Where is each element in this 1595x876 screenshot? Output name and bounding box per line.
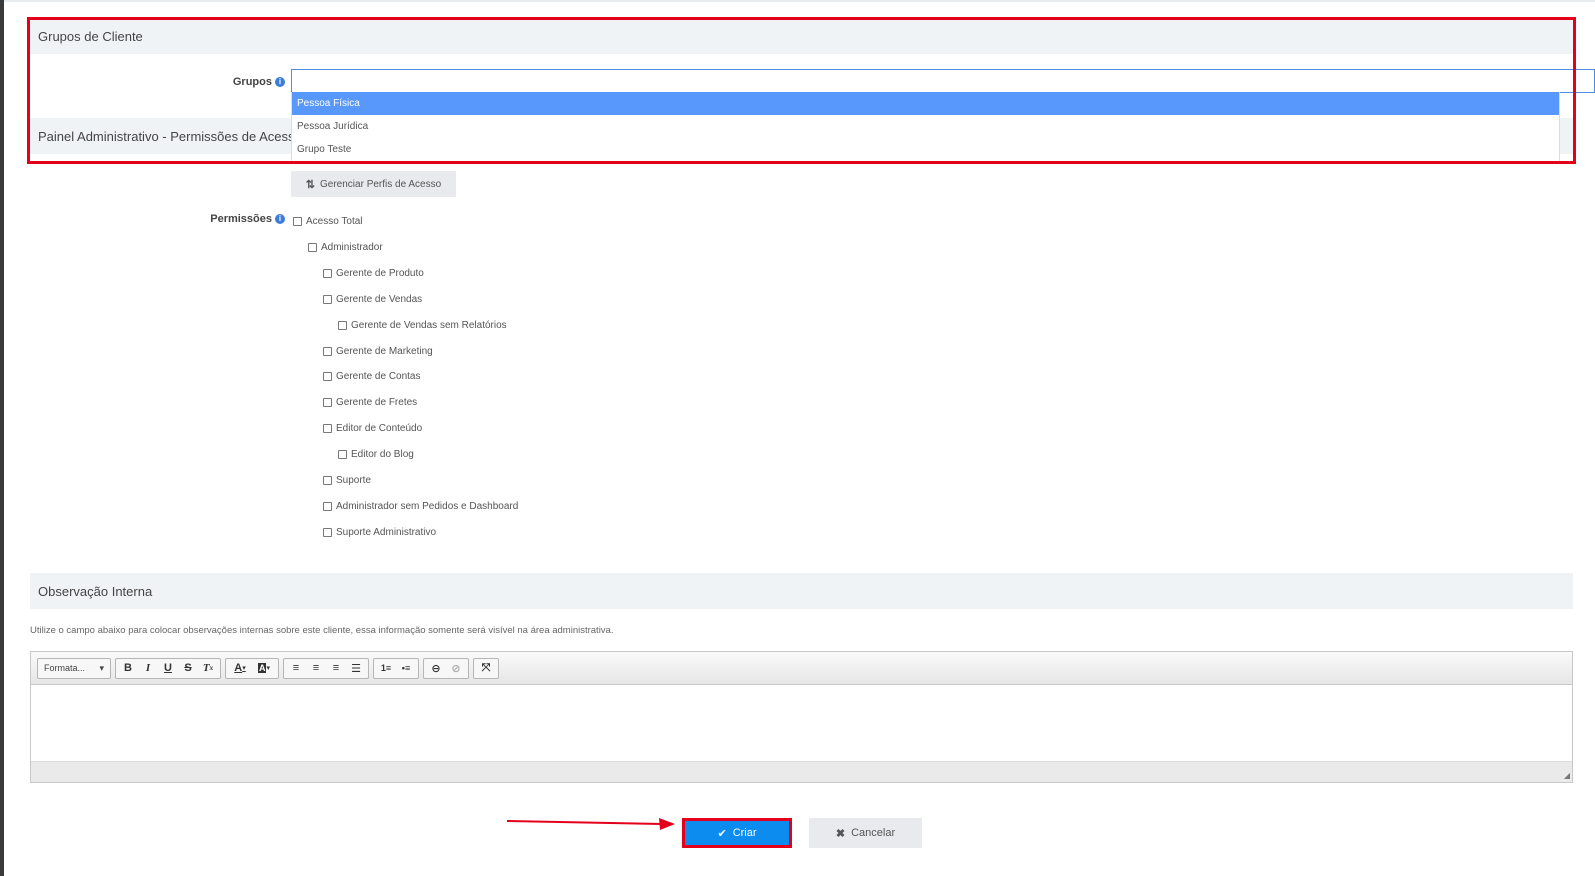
permission-label: Gerente de Vendas (336, 293, 423, 305)
underline-icon[interactable]: U (158, 659, 178, 678)
manage-profiles-label: Gerenciar Perfis de Acesso (320, 178, 442, 190)
window-border (0, 0, 4, 876)
text-style-group: B I U S Tx (115, 657, 221, 679)
rich-text-editor: Formata... ▾ B I U S Tx A▾ A▾ ≡ ≡ ≡ ☰ (30, 651, 1573, 783)
dropdown-option-grupo-teste[interactable]: Grupo Teste (292, 138, 1559, 161)
page: Grupos de Cliente Grupos i Painel Adminis… (0, 0, 1595, 876)
remove-format-icon[interactable]: Tx (198, 659, 218, 678)
background-color-icon[interactable]: A ▾ (252, 659, 276, 678)
permission-checkbox-item[interactable]: Acesso Total (293, 216, 363, 227)
checkbox[interactable] (323, 294, 332, 304)
top-divider (4, 0, 1595, 2)
manage-profiles-button[interactable]: ⇅ Gerenciar Perfis de Acesso (291, 171, 456, 197)
fullscreen-group: ⤧ (473, 657, 499, 679)
align-group: ≡ ≡ ≡ ☰ (283, 657, 369, 679)
check-icon: ✔ (717, 827, 727, 840)
permission-checkbox-item[interactable]: Editor do Blog (338, 449, 414, 460)
permissions-label-text: Permissões (210, 213, 272, 225)
annotation-arrow-icon (507, 818, 675, 830)
checkbox[interactable] (323, 398, 332, 408)
strikethrough-icon[interactable]: S (178, 659, 198, 678)
permission-checkbox-item[interactable]: Administrador sem Pedidos e Dashboard (323, 501, 518, 512)
section-client-groups: Grupos de Cliente (30, 18, 1573, 54)
maximize-icon[interactable]: ⤧ (476, 659, 496, 678)
link-icon[interactable]: ⊖ (426, 659, 446, 678)
permission-checkbox-item[interactable]: Gerente de Marketing (323, 346, 433, 357)
checkbox[interactable] (308, 242, 317, 252)
permission-checkbox-item[interactable]: Gerente de Fretes (323, 397, 417, 408)
permission-label: Gerente de Vendas sem Relatórios (351, 319, 507, 331)
italic-icon[interactable]: I (138, 659, 158, 678)
permission-label: Suporte (336, 475, 372, 486)
unordered-list-icon[interactable]: •≡ (396, 659, 416, 678)
color-group: A ▾ A ▾ (225, 657, 279, 679)
checkbox[interactable] (323, 372, 332, 382)
permission-label: Suporte Administrativo (336, 526, 437, 538)
permission-label: Gerente de Contas (336, 371, 421, 383)
list-group: 1≡ •≡ (373, 657, 419, 679)
checkbox[interactable] (293, 217, 302, 226)
align-center-icon[interactable]: ≡ (306, 659, 326, 678)
close-icon: ✖ (835, 827, 846, 840)
align-justify-icon[interactable]: ☰ (346, 659, 366, 678)
permission-label: Editor de Conteúdo (336, 423, 423, 435)
permission-checkbox-item[interactable]: Suporte Administrativo (323, 527, 436, 538)
resize-grip-icon[interactable]: ◢ (1564, 771, 1570, 780)
groups-dropdown: Pessoa Física Pessoa Jurídica Grupo Test… (291, 92, 1560, 162)
info-icon[interactable]: i (275, 214, 285, 224)
permission-checkbox-item[interactable]: Gerente de Contas (323, 371, 421, 382)
checkbox[interactable] (323, 501, 332, 511)
link-group: ⊖ ⊘ (423, 657, 469, 679)
section-internal-note: Observação Interna (30, 573, 1573, 609)
text-color-icon[interactable]: A ▾ (228, 659, 252, 678)
editor-content-area[interactable] (31, 685, 1572, 762)
format-dropdown[interactable]: Formata... ▾ (40, 659, 108, 678)
permission-label: Gerente de Marketing (336, 345, 433, 357)
ordered-list-icon[interactable]: 1≡ (376, 659, 396, 678)
permission-checkbox-item[interactable]: Administrador (308, 242, 383, 253)
permission-checkbox-item[interactable]: Suporte (323, 475, 371, 486)
groups-label: Grupos i (180, 76, 285, 88)
checkbox[interactable] (323, 476, 332, 485)
permissions-label: Permissões i (150, 213, 285, 225)
checkbox[interactable] (338, 450, 347, 460)
checkbox[interactable] (338, 320, 347, 330)
sort-icon: ⇅ (305, 178, 316, 191)
permission-label: Acesso Total (306, 216, 363, 227)
checkbox[interactable] (323, 527, 332, 537)
groups-label-text: Grupos (232, 76, 272, 88)
info-icon[interactable]: i (275, 77, 285, 87)
permission-checkbox-item[interactable]: Gerente de Produto (323, 268, 424, 279)
checkbox[interactable] (323, 346, 332, 356)
permission-label: Editor do Blog (351, 449, 414, 461)
format-dropdown-label: Formata... (44, 663, 86, 673)
create-button-label: Criar (732, 827, 757, 839)
dropdown-option-pessoa-fisica[interactable]: Pessoa Física (292, 92, 1559, 115)
permission-label: Administrador (321, 241, 383, 253)
align-left-icon[interactable]: ≡ (286, 659, 306, 678)
permission-checkbox-item[interactable]: Gerente de Vendas sem Relatórios (338, 320, 507, 331)
permission-label: Gerente de Produto (336, 267, 424, 279)
groups-select-input[interactable] (291, 69, 1595, 93)
create-button[interactable]: ✔ Criar (682, 818, 792, 848)
permission-label: Administrador sem Pedidos e Dashboard (336, 500, 519, 512)
caret-down-icon: ▾ (99, 662, 104, 673)
align-right-icon[interactable]: ≡ (326, 659, 346, 678)
permission-checkbox-item[interactable]: Editor de Conteúdo (323, 423, 422, 434)
checkbox[interactable] (323, 268, 332, 278)
cancel-button-label: Cancelar (851, 827, 896, 839)
editor-footer: ◢ (31, 762, 1572, 782)
permission-checkbox-item[interactable]: Gerente de Vendas (323, 294, 422, 305)
cancel-button[interactable]: ✖ Cancelar (809, 818, 922, 848)
editor-toolbar: Formata... ▾ B I U S Tx A▾ A▾ ≡ ≡ ≡ ☰ (31, 652, 1572, 685)
help-text: Utilize o campo abaixo para colocar obse… (30, 625, 614, 636)
checkbox[interactable] (323, 424, 332, 434)
format-group: Formata... ▾ (37, 657, 111, 679)
unlink-icon[interactable]: ⊘ (446, 659, 466, 678)
dropdown-option-pessoa-juridica[interactable]: Pessoa Jurídica (292, 115, 1559, 138)
bold-icon[interactable]: B (118, 659, 138, 678)
permission-label: Gerente de Fretes (336, 397, 418, 409)
